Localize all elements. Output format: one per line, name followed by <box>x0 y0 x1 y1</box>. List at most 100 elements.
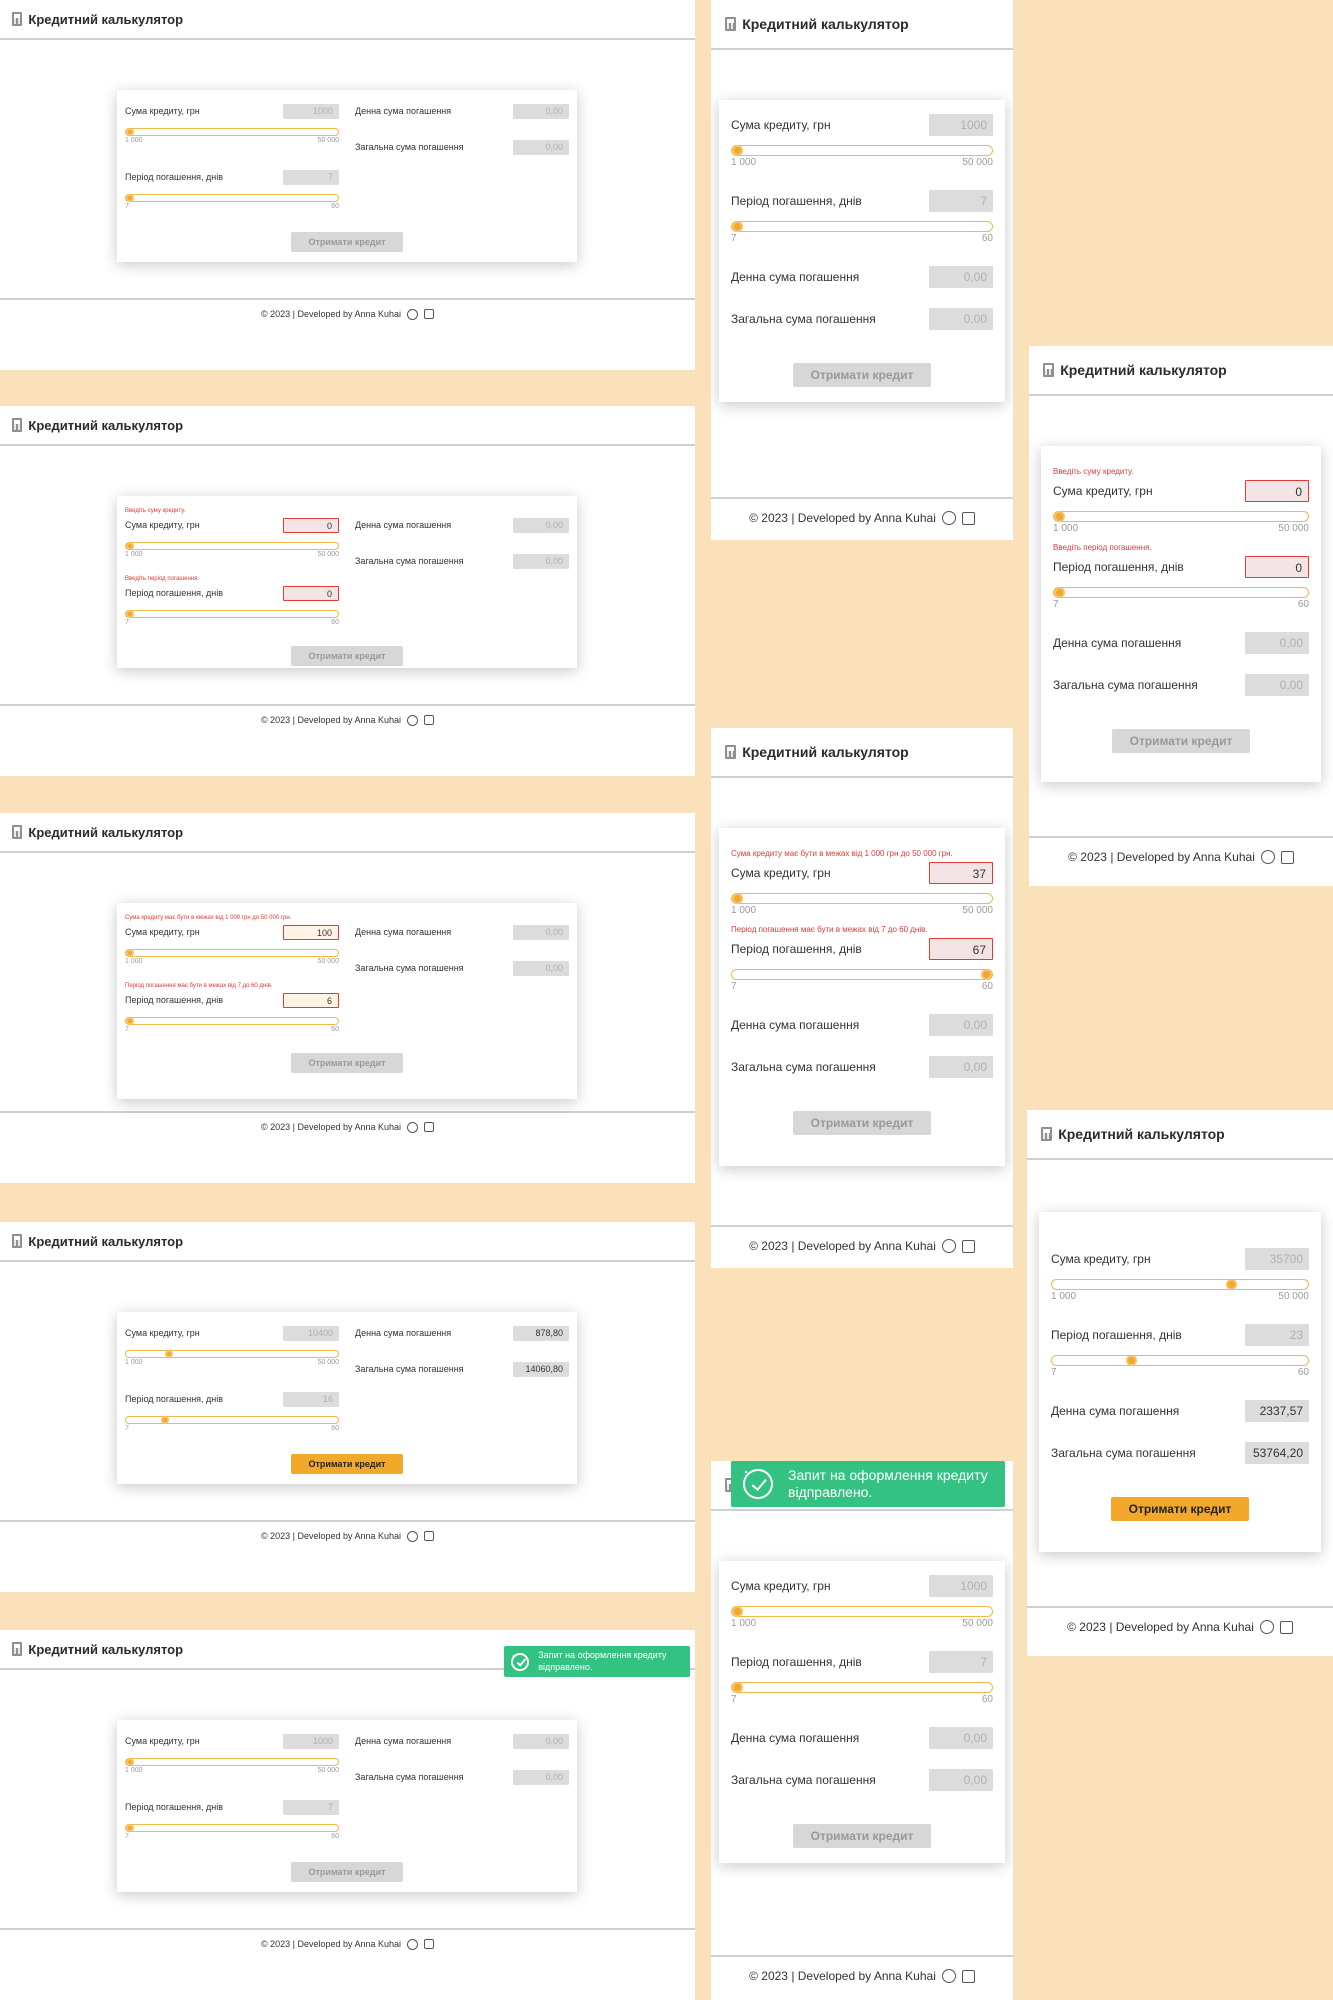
page-title: Кредитний калькулятор <box>28 824 184 840</box>
period-slider-track[interactable] <box>731 221 993 232</box>
amount-slider-track[interactable] <box>1051 1279 1309 1290</box>
get-credit-button[interactable]: Отримати кредит <box>291 1862 403 1882</box>
amount-max-tick: 50 000 <box>962 905 993 916</box>
amount-slider-track[interactable] <box>731 145 993 156</box>
period-slider-thumb[interactable] <box>160 1416 169 1424</box>
period-label: Період погашення, днів <box>125 1394 224 1404</box>
period-slider-track[interactable] <box>125 1416 339 1424</box>
period-input[interactable]: 0 <box>1245 556 1309 578</box>
amount-input[interactable]: 37 <box>929 862 993 884</box>
amount-slider-track[interactable] <box>125 1758 339 1766</box>
period-input[interactable]: 23 <box>1245 1324 1309 1346</box>
amount-input[interactable]: 1000 <box>283 104 339 119</box>
period-input[interactable]: 67 <box>929 938 993 960</box>
period-input[interactable]: 16 <box>283 1392 339 1407</box>
amount-slider-track[interactable] <box>731 893 993 904</box>
period-slider-track[interactable] <box>125 610 339 618</box>
github-icon[interactable] <box>407 1530 419 1542</box>
linkedin-icon[interactable] <box>424 1122 435 1132</box>
amount-slider-thumb[interactable] <box>732 893 743 904</box>
period-max-tick: 60 <box>1297 1367 1309 1378</box>
amount-slider-track[interactable] <box>1053 511 1309 522</box>
amount-slider-thumb[interactable] <box>732 1606 743 1617</box>
github-icon[interactable] <box>407 1121 419 1133</box>
amount-slider-thumb[interactable] <box>164 1350 173 1358</box>
amount-slider-track[interactable] <box>125 949 339 957</box>
period-slider-track[interactable] <box>1051 1355 1309 1366</box>
period-input[interactable]: 7 <box>929 1651 993 1673</box>
total-label: Загальна сума погашення <box>355 142 464 152</box>
get-credit-button[interactable]: Отримати кредит <box>291 232 403 252</box>
amount-input[interactable]: 1000 <box>929 114 993 136</box>
period-slider-thumb[interactable] <box>732 221 743 232</box>
period-input[interactable]: 7 <box>929 190 993 212</box>
get-credit-button[interactable]: Отримати кредит <box>793 363 931 387</box>
github-icon[interactable] <box>1259 1620 1274 1634</box>
page-title: Кредитний калькулятор <box>742 16 909 32</box>
github-icon[interactable] <box>941 1969 956 1983</box>
linkedin-icon[interactable] <box>1280 850 1294 864</box>
amount-input[interactable]: 10400 <box>283 1326 339 1341</box>
period-slider-thumb[interactable] <box>126 194 134 202</box>
amount-input[interactable]: 35700 <box>1245 1248 1309 1270</box>
get-credit-button[interactable]: Отримати кредит <box>291 1053 403 1073</box>
period-slider-thumb[interactable] <box>1054 587 1065 598</box>
amount-input[interactable]: 0 <box>283 518 339 533</box>
period-slider-track[interactable] <box>125 1824 339 1832</box>
amount-slider-thumb[interactable] <box>126 1758 134 1766</box>
period-min-tick: 7 <box>731 233 737 244</box>
amount-slider-thumb[interactable] <box>126 128 134 136</box>
amount-input[interactable]: 1000 <box>929 1575 993 1597</box>
period-label: Період погашення, днів <box>125 172 224 182</box>
linkedin-icon[interactable] <box>961 1969 975 1983</box>
github-icon[interactable] <box>941 1239 956 1253</box>
linkedin-icon[interactable] <box>961 511 975 525</box>
get-credit-button[interactable]: Отримати кредит <box>1111 1497 1249 1521</box>
amount-slider-track[interactable] <box>125 542 339 550</box>
amount-slider-thumb[interactable] <box>126 949 134 957</box>
period-slider-thumb[interactable] <box>126 610 134 618</box>
amount-slider-thumb[interactable] <box>126 542 134 550</box>
github-icon[interactable] <box>941 511 956 525</box>
period-slider-thumb[interactable] <box>126 1824 134 1832</box>
amount-slider-track[interactable] <box>731 1606 993 1617</box>
amount-slider-thumb[interactable] <box>1054 511 1065 522</box>
github-icon[interactable] <box>407 308 419 320</box>
period-slider-track[interactable] <box>731 969 993 980</box>
period-error-message: Період погашення має бути в межах від 7 … <box>731 925 928 935</box>
period-slider-thumb[interactable] <box>1125 1355 1137 1366</box>
period-slider-thumb[interactable] <box>732 1682 743 1693</box>
period-slider-track[interactable] <box>125 1017 339 1025</box>
linkedin-icon[interactable] <box>424 1939 435 1949</box>
period-input[interactable]: 0 <box>283 586 339 601</box>
amount-input[interactable]: 100 <box>283 925 339 940</box>
period-input[interactable]: 7 <box>283 170 339 185</box>
amount-slider-thumb[interactable] <box>1225 1279 1237 1290</box>
period-slider-thumb[interactable] <box>126 1017 134 1025</box>
period-input[interactable]: 7 <box>283 1800 339 1815</box>
get-credit-button[interactable]: Отримати кредит <box>793 1824 931 1848</box>
github-icon[interactable] <box>407 714 419 726</box>
amount-slider-thumb[interactable] <box>732 145 743 156</box>
amount-slider-track[interactable] <box>125 1350 339 1358</box>
period-slider-track[interactable] <box>1053 587 1309 598</box>
amount-slider-track[interactable] <box>125 128 339 136</box>
period-slider-track[interactable] <box>731 1682 993 1693</box>
calculator-card: Сума кредиту, грн 1000 1 000 50 000 Період п… <box>117 90 577 262</box>
get-credit-button[interactable]: Отримати кредит <box>291 646 403 666</box>
get-credit-button[interactable]: Отримати кредит <box>1112 729 1250 753</box>
get-credit-button[interactable]: Отримати кредит <box>793 1111 931 1135</box>
linkedin-icon[interactable] <box>424 715 435 725</box>
linkedin-icon[interactable] <box>1279 1620 1293 1634</box>
period-slider-track[interactable] <box>125 194 339 202</box>
linkedin-icon[interactable] <box>961 1239 975 1253</box>
github-icon[interactable] <box>407 1938 419 1950</box>
linkedin-icon[interactable] <box>424 309 435 319</box>
period-input[interactable]: 6 <box>283 993 339 1008</box>
period-slider-thumb[interactable] <box>981 969 992 980</box>
amount-input[interactable]: 0 <box>1245 480 1309 502</box>
linkedin-icon[interactable] <box>424 1531 435 1541</box>
github-icon[interactable] <box>1260 850 1275 864</box>
get-credit-button[interactable]: Отримати кредит <box>291 1454 403 1474</box>
amount-input[interactable]: 1000 <box>283 1734 339 1749</box>
